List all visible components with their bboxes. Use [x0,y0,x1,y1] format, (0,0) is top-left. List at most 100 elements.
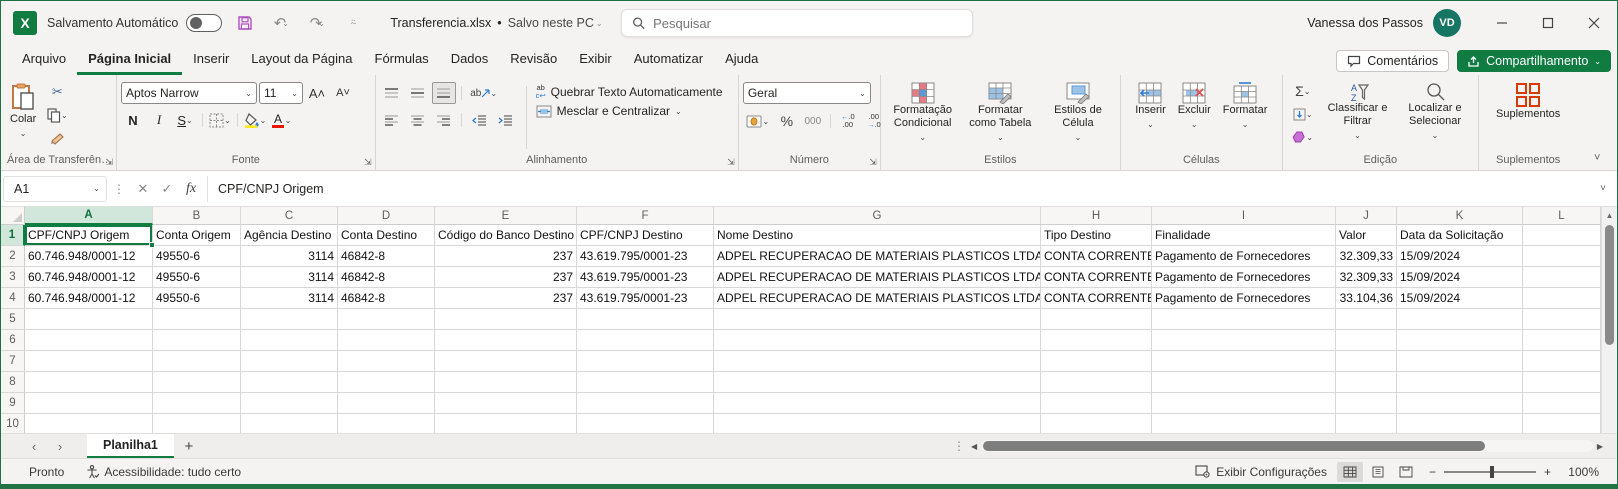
cell-H2[interactable]: CONTA CORRENTE [1041,246,1152,267]
cell-J1[interactable]: Valor [1336,225,1397,246]
cell-E1[interactable]: Código do Banco Destino [435,225,577,246]
decrease-font-button[interactable]: A˅ [331,82,355,104]
addins-button[interactable]: Suplementos [1491,79,1565,124]
cell-C6[interactable] [241,330,338,351]
column-header-D[interactable]: D [338,207,435,225]
share-button[interactable]: Compartilhamento ⌄ [1457,50,1611,72]
increase-decimal-button[interactable]: ←.0.00 [836,110,860,132]
scroll-right-icon[interactable]: ▶ [1597,442,1603,451]
page-layout-view-button[interactable] [1365,462,1391,482]
cell-L5[interactable] [1523,309,1601,330]
customize-quick-access-button[interactable]: ⍨ [340,10,366,36]
cell-G3[interactable]: ADPEL RECUPERACAO DE MATERIAIS PLASTICOS… [714,267,1041,288]
accessibility-status[interactable]: Acessibilidade: tudo certo [86,465,241,479]
borders-button[interactable]: ⌄ [208,109,232,131]
clipboard-dialog-launcher[interactable]: ⇲ [105,157,113,168]
thousands-separator-button[interactable]: 000 [801,110,825,132]
cell-H5[interactable] [1041,309,1152,330]
normal-view-button[interactable] [1337,462,1363,482]
autosum-button[interactable]: Σ⌄ [1287,80,1319,102]
column-header-G[interactable]: G [714,207,1041,225]
format-cells-button[interactable]: Formatar ⌄ [1218,79,1273,134]
cell-G1[interactable]: Nome Destino [714,225,1041,246]
row-header-7[interactable]: 7 [1,351,25,372]
cell-L2[interactable] [1523,246,1601,267]
cell-F5[interactable] [577,309,714,330]
scroll-left-icon[interactable]: ◀ [971,442,977,451]
cell-H7[interactable] [1041,351,1152,372]
tab-ajuda[interactable]: Ajuda [714,46,769,75]
align-bottom-button[interactable] [432,82,456,104]
cell-D1[interactable]: Conta Destino [338,225,435,246]
cell-F2[interactable]: 43.619.795/0001-23 [577,246,714,267]
cell-A4[interactable]: 60.746.948/0001-12 [25,288,153,309]
cell-B2[interactable]: 49550-6 [153,246,241,267]
redo-button[interactable]: ↷⌄ [304,10,330,36]
column-header-E[interactable]: E [435,207,577,225]
cell-D4[interactable]: 46842-8 [338,288,435,309]
cell-E3[interactable]: 237 [435,267,577,288]
cell-A8[interactable] [25,372,153,393]
font-size-select[interactable]: 11⌄ [259,82,303,104]
formula-content[interactable]: CPF/CNPJ Origem [207,176,1591,202]
column-header-I[interactable]: I [1152,207,1336,225]
column-header-K[interactable]: K [1397,207,1523,225]
delete-cells-button[interactable]: Excluir ⌄ [1173,79,1216,134]
cell-G9[interactable] [714,393,1041,414]
horizontal-scrollbar[interactable]: ◀ ▶ [971,440,1603,452]
next-sheet-button[interactable]: › [47,439,73,454]
cell-H10[interactable] [1041,414,1152,433]
cell-E5[interactable] [435,309,577,330]
autosave-toggle[interactable] [186,14,222,32]
cell-I10[interactable] [1152,414,1336,433]
undo-button[interactable]: ↶⌄ [268,10,294,36]
row-header-6[interactable]: 6 [1,330,25,351]
underline-button[interactable]: S⌄ [173,109,197,131]
format-as-table-button[interactable]: Formatar como Tabela ⌄ [963,79,1039,147]
cell-E4[interactable]: 237 [435,288,577,309]
cell-B6[interactable] [153,330,241,351]
sort-filter-button[interactable]: A Z Classificar e Filtrar ⌄ [1321,79,1395,145]
row-header-9[interactable]: 9 [1,393,25,414]
align-middle-button[interactable] [406,82,430,104]
zoom-out-button[interactable]: − [1429,465,1436,479]
cell-C3[interactable]: 3114 [241,267,338,288]
cell-styles-button[interactable]: Estilos de Célula ⌄ [1040,79,1116,147]
vertical-scroll-thumb[interactable] [1605,225,1614,345]
cell-G2[interactable]: ADPEL RECUPERACAO DE MATERIAIS PLASTICOS… [714,246,1041,267]
cell-A2[interactable]: 60.746.948/0001-12 [25,246,153,267]
fill-button[interactable]: ⌄ [1287,103,1319,125]
cell-L7[interactable] [1523,351,1601,372]
row-header-5[interactable]: 5 [1,309,25,330]
autosave-control[interactable]: Salvamento Automático [47,14,222,32]
sheet-tab-planilha1[interactable]: Planilha1 [87,434,174,459]
new-sheet-button[interactable]: + [174,438,204,455]
cell-B5[interactable] [153,309,241,330]
cell-E2[interactable]: 237 [435,246,577,267]
column-header-A[interactable]: A [25,207,153,225]
percent-button[interactable]: % [775,110,799,132]
row-header-4[interactable]: 4 [1,288,25,309]
cell-D10[interactable] [338,414,435,433]
cell-B1[interactable]: Conta Origem [153,225,241,246]
cell-L8[interactable] [1523,372,1601,393]
cell-I6[interactable] [1152,330,1336,351]
cell-A3[interactable]: 60.746.948/0001-12 [25,267,153,288]
cell-I1[interactable]: Finalidade [1152,225,1336,246]
minimize-button[interactable] [1479,1,1525,45]
cell-F6[interactable] [577,330,714,351]
cell-C5[interactable] [241,309,338,330]
formula-bar-expand-button[interactable]: ˅ [1591,183,1615,194]
cell-K6[interactable] [1397,330,1523,351]
cell-J9[interactable] [1336,393,1397,414]
bold-button[interactable]: N [121,109,145,131]
cell-J7[interactable] [1336,351,1397,372]
user-name[interactable]: Vanessa dos Passos [1307,16,1423,30]
cell-I8[interactable] [1152,372,1336,393]
cell-B9[interactable] [153,393,241,414]
cell-L9[interactable] [1523,393,1601,414]
row-header-1[interactable]: 1 [1,225,25,246]
cell-I9[interactable] [1152,393,1336,414]
cell-G8[interactable] [714,372,1041,393]
cell-G7[interactable] [714,351,1041,372]
